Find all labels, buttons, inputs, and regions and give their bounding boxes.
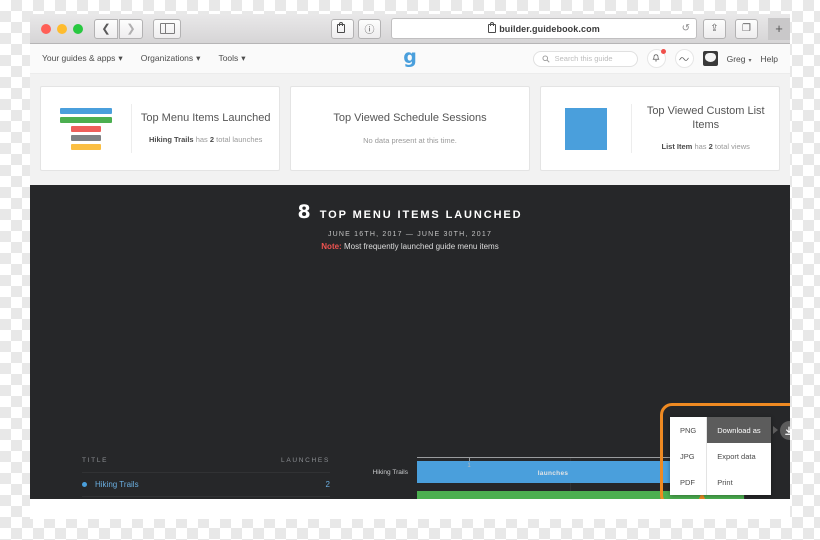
card-top-viewed-custom-list-items[interactable]: Top Viewed Custom List Items List Item h… [540, 86, 780, 171]
address-bar[interactable]: builder.guidebook.com ↺ [391, 18, 697, 39]
mini-bar [60, 116, 113, 123]
card-mini-bar-chart [41, 104, 133, 153]
chevron-down-icon: ▾ [241, 53, 246, 63]
card-title: Top Viewed Schedule Sessions [333, 111, 487, 124]
navigation-buttons[interactable]: ❮ ❯ [94, 18, 143, 39]
analytics-wave-icon [679, 56, 689, 61]
menu-item-export-data[interactable]: Export data [707, 443, 770, 469]
format-options-column: PNG JPG PDF [670, 417, 708, 495]
card-subtitle: Hiking Trails has 2 total launches [149, 134, 263, 144]
reload-icon[interactable]: ↺ [682, 23, 690, 34]
nav-item-tools[interactable]: Tools ▾ [218, 53, 245, 64]
browser-toolbar: ❮ ❯ ⓘ builder.guidebook.com ↺ ⇪ ❐ + [30, 14, 790, 44]
search-input[interactable]: Search this guide [532, 50, 638, 67]
axis-tick [469, 457, 470, 461]
maximize-window-button[interactable] [73, 23, 83, 34]
search-icon [542, 55, 550, 63]
chevron-down-icon: ▾ [196, 53, 201, 63]
mini-bar [71, 134, 102, 141]
card-empty-state: No data present at this time. [363, 136, 457, 146]
card-subtitle: List Item has 2 total views [661, 141, 750, 151]
site-info-button[interactable]: ⓘ [358, 18, 381, 39]
panel-note: Note: Most frequently launched guide men… [321, 242, 499, 251]
app-navbar: Your guides & apps ▾ Organizations ▾ Tools… [30, 44, 790, 74]
card-top-menu-items-launched[interactable]: Top Menu Items Launched Hiking Trails ha… [40, 86, 280, 171]
close-window-button[interactable] [41, 23, 51, 34]
secure-lock-icon [488, 22, 497, 33]
panel-date-range: JUNE 16TH, 2017 — JUNE 30TH, 2017 [327, 231, 493, 238]
menu-item-download-as[interactable]: Download as [707, 417, 778, 443]
table-row[interactable]: Hiking Trails 2 [82, 472, 330, 496]
minimize-window-button[interactable] [57, 23, 67, 34]
mini-bar [71, 143, 102, 150]
nav-item-organizations[interactable]: Organizations ▾ [141, 53, 201, 64]
nav-item-your-guides-apps[interactable]: Your guides & apps ▾ [42, 53, 123, 64]
chevron-right-icon [772, 426, 778, 434]
guidebook-logo[interactable]: g [403, 48, 417, 67]
sidebar-toggle-icon [159, 23, 175, 34]
analytics-detail-panel: 8 TOP MENU ITEMS LAUNCHED JUNE 16TH, 201… [30, 185, 790, 499]
notification-badge [660, 49, 666, 54]
card-title: Top Viewed Custom List Items [646, 105, 765, 131]
panel-count: 8 [297, 201, 311, 223]
window-controls[interactable] [41, 23, 83, 34]
panel-title: TOP MENU ITEMS LAUNCHED [319, 209, 523, 221]
color-swatch [565, 107, 608, 150]
card-swatch-area [541, 104, 633, 153]
download-button[interactable] [779, 421, 790, 440]
card-top-viewed-schedule-sessions[interactable]: Top Viewed Schedule Sessions No data pre… [290, 86, 530, 171]
column-header-launches: LAUNCHES [281, 457, 330, 464]
user-menu[interactable]: Greg ▾ [727, 54, 752, 64]
app-nav-menus: Your guides & apps ▾ Organizations ▾ Tools… [42, 53, 246, 64]
help-link[interactable]: Help [761, 54, 778, 64]
page-backdrop: ❮ ❯ ⓘ builder.guidebook.com ↺ ⇪ ❐ + Your… [0, 0, 820, 540]
axis-tick-label: 1 [467, 463, 471, 469]
row-color-dot [82, 482, 87, 487]
menu-item-print[interactable]: Print [707, 469, 770, 495]
chevron-down-icon: ▾ [748, 57, 752, 64]
new-tab-button[interactable]: + [768, 17, 790, 40]
panel-header: 8 TOP MENU ITEMS LAUNCHED JUNE 16TH, 201… [30, 185, 790, 251]
menu-item-png[interactable]: PNG [670, 417, 708, 443]
reader-lock-button[interactable] [331, 18, 354, 39]
chevron-down-icon: ▾ [118, 53, 123, 63]
table-header-row: TITLE LAUNCHES [82, 457, 330, 472]
action-options-column: Download as Export data Print [707, 417, 778, 495]
download-icon [785, 425, 790, 435]
chart-category-label: Scenic Locations [330, 499, 417, 500]
row-label: Hiking Trails [95, 480, 139, 489]
card-title: Top Menu Items Launched [140, 112, 271, 125]
search-placeholder: Search this guide [554, 54, 613, 63]
avatar[interactable] [702, 51, 718, 66]
browser-window: ❮ ❯ ⓘ builder.guidebook.com ↺ ⇪ ❐ + Your… [30, 14, 790, 519]
bell-icon [652, 54, 660, 62]
menu-item-jpg[interactable]: JPG [670, 443, 708, 469]
mini-bar [60, 107, 113, 114]
analytics-table: TITLE LAUNCHES Hiking Trails 2 Scenic Lo… [82, 457, 330, 499]
share-button[interactable]: ⇪ [703, 18, 726, 39]
analytics-button[interactable] [674, 49, 694, 68]
metric-cards-row: Top Menu Items Launched Hiking Trails ha… [30, 74, 790, 185]
lock-icon [337, 22, 345, 33]
menu-item-pdf[interactable]: PDF [670, 469, 708, 495]
url-text: builder.guidebook.com [499, 23, 600, 34]
tabs-overview-button[interactable]: ❐ [735, 18, 758, 39]
notifications-button[interactable] [646, 49, 666, 68]
column-header-title: TITLE [82, 457, 109, 464]
forward-button[interactable]: ❯ [119, 18, 143, 39]
back-button[interactable]: ❮ [94, 18, 118, 39]
sidebar-toggle-button[interactable] [153, 18, 181, 39]
export-dropdown-menu: PNG JPG PDF Download as Export data Prin… [670, 417, 790, 495]
mini-bar [71, 125, 102, 132]
table-row[interactable]: Scenic Locations 2 [82, 496, 330, 499]
